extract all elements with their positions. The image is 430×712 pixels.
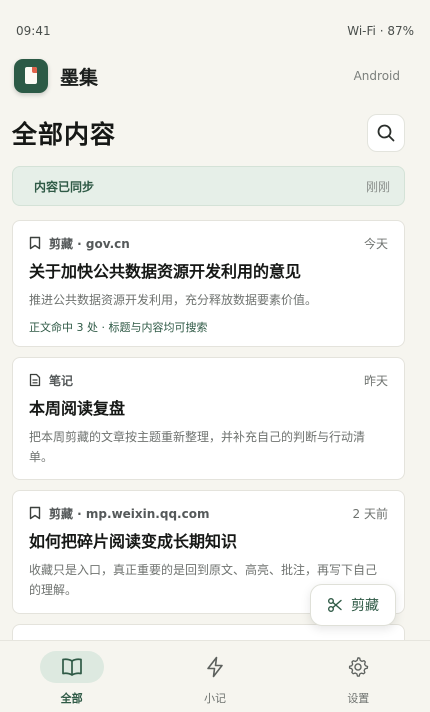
nav-label: 小记	[203, 692, 226, 705]
app-header: 墨集 Android	[14, 57, 404, 95]
nav-item-quick-notes[interactable]: 小记	[170, 651, 260, 706]
clip-button[interactable]: 剪藏	[310, 584, 396, 626]
app-logo-icon	[14, 59, 48, 93]
nav-item-settings[interactable]: 设置	[313, 651, 403, 706]
status-bar: 09:41 Wi‑Fi · 87%	[0, 0, 430, 60]
status-time: 09:41	[16, 24, 51, 38]
page-header: 全部内容	[12, 112, 405, 154]
card-title: 关于加快公共数据资源开发利用的意见	[29, 262, 302, 281]
bookmark-icon	[29, 236, 41, 250]
nav-item-all[interactable]: 全部	[27, 651, 117, 706]
card-title: 如何把碎片阅读变成长期知识	[29, 532, 238, 551]
content-card[interactable]: 剪藏 · gov.cn 今天 关于加快公共数据资源开发利用的意见 推进公共数据资…	[12, 220, 405, 347]
card-source: 剪藏 · mp.weixin.qq.com	[49, 506, 210, 521]
card-description: 把本周剪藏的文章按主题重新整理，并补充自己的判断与行动清单。	[29, 430, 366, 464]
search-icon	[377, 124, 395, 142]
nav-label: 设置	[347, 692, 370, 705]
book-icon	[61, 658, 82, 676]
clip-button-label: 剪藏	[351, 598, 379, 614]
card-source: 笔记	[49, 373, 74, 388]
bookmark-icon	[29, 506, 41, 520]
card-description: 推进公共数据资源开发利用，充分释放数据要素价值。	[29, 293, 318, 307]
card-meta: 笔记 昨天	[29, 372, 388, 388]
card-time: 昨天	[363, 373, 388, 388]
nav-icon-container	[183, 651, 247, 683]
sync-banner: 内容已同步 刚刚	[12, 166, 405, 206]
page-title: 全部内容	[12, 120, 117, 149]
gear-icon	[349, 657, 369, 677]
nav-label: 全部	[60, 692, 83, 705]
card-time: 2 天前	[352, 506, 388, 521]
card-meta: 剪藏 · gov.cn 今天	[29, 235, 388, 251]
platform-label: Android	[353, 69, 400, 83]
brand: 墨集	[14, 59, 98, 93]
content-card[interactable]: 笔记 昨天 本周阅读复盘 把本周剪藏的文章按主题重新整理，并补充自己的判断与行动…	[12, 357, 405, 480]
status-indicators: Wi‑Fi · 87%	[347, 24, 414, 38]
card-title: 本周阅读复盘	[29, 399, 126, 418]
card-search-match: 正文命中 3 处 · 标题与内容均可搜索	[29, 321, 208, 334]
card-source: 剪藏 · gov.cn	[49, 236, 130, 251]
bottom-nav: 全部 小记 设置	[0, 640, 430, 712]
lightning-icon	[207, 656, 223, 678]
scissors-icon	[328, 598, 342, 612]
card-time: 今天	[363, 236, 388, 251]
sync-time: 刚刚	[365, 179, 390, 194]
search-button[interactable]	[367, 114, 405, 152]
note-icon	[29, 373, 41, 387]
nav-icon-container	[326, 651, 390, 683]
sync-status: 内容已同步	[34, 179, 95, 194]
nav-icon-container	[39, 651, 104, 683]
card-meta: 剪藏 · mp.weixin.qq.com 2 天前	[29, 505, 388, 521]
app-name: 墨集	[60, 66, 99, 89]
